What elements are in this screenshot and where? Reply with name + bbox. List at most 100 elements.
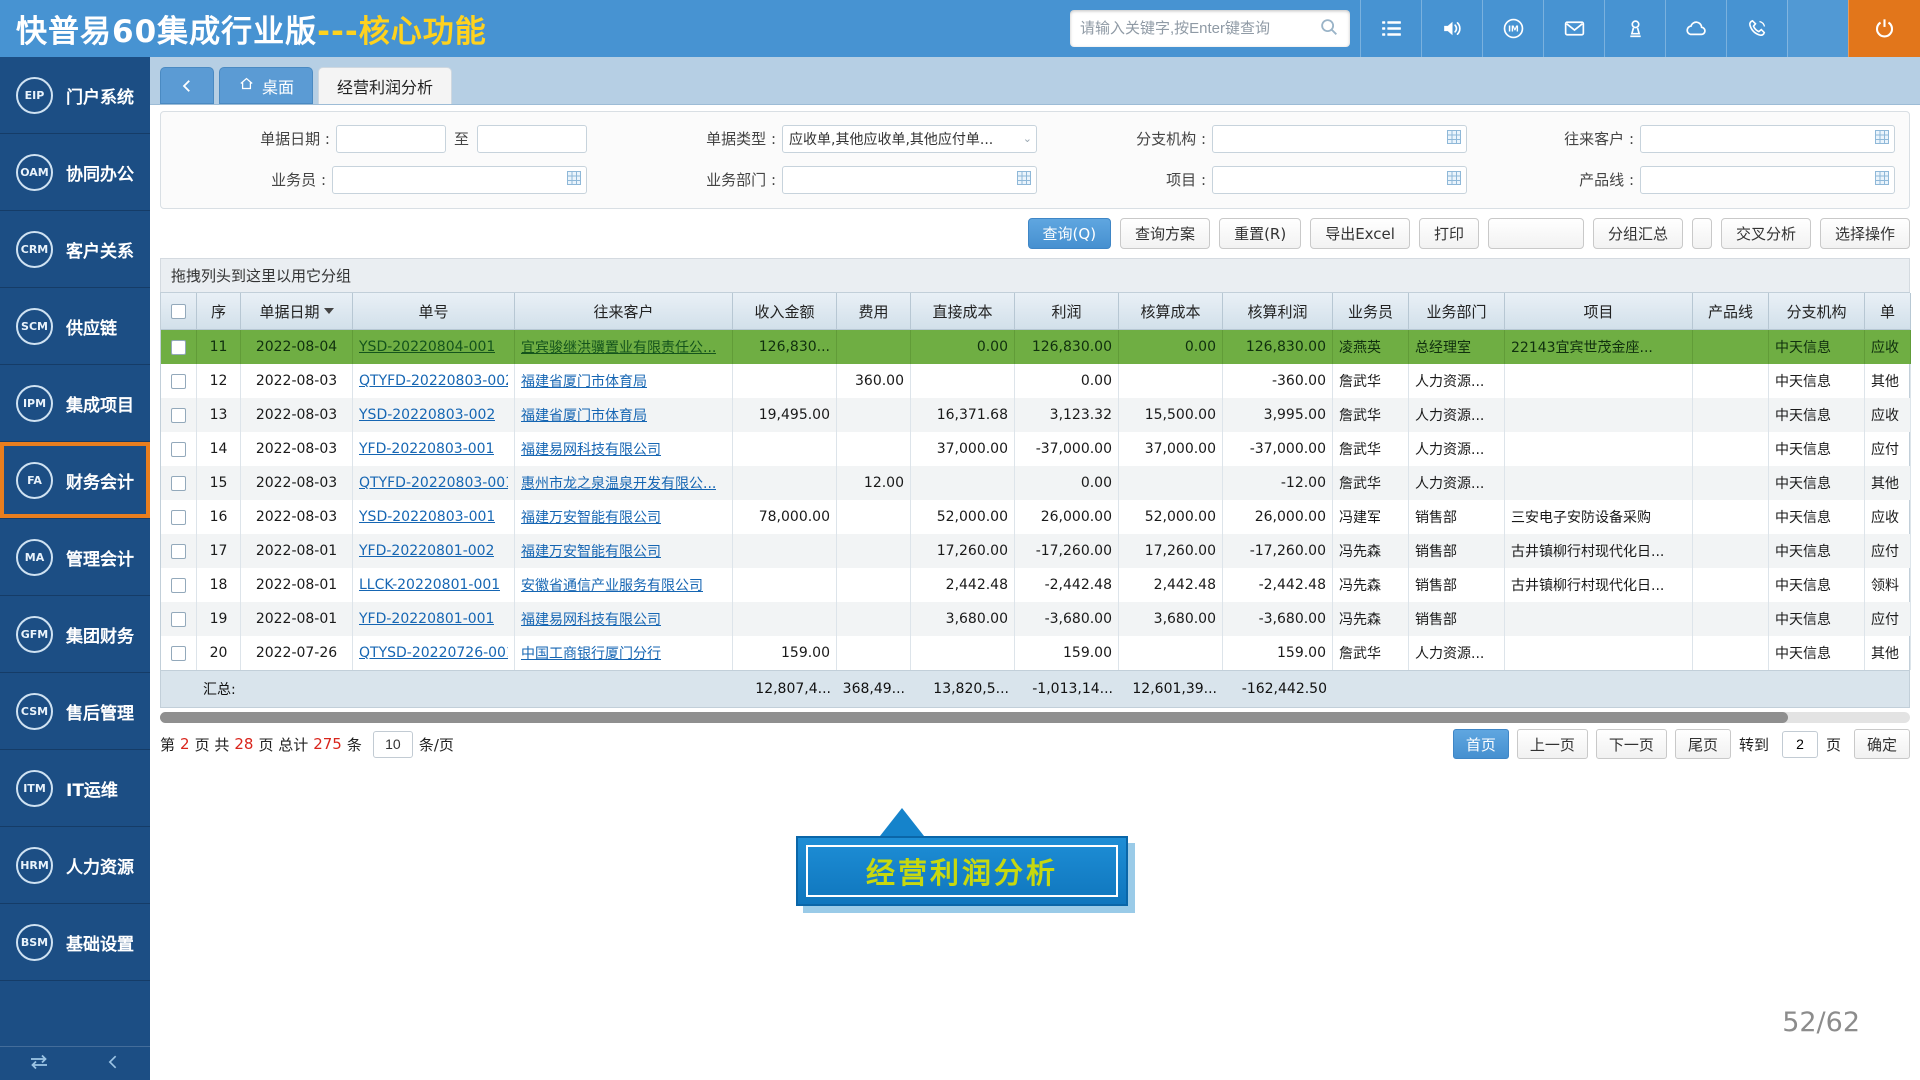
row-checkbox-cell[interactable] (161, 364, 197, 398)
table-row[interactable]: 142022-08-03YFD-20220803-001福建易网科技有限公司37… (161, 432, 1909, 466)
doc-no-link[interactable]: YSD-20220803-002 (359, 407, 495, 423)
page-button-上一页[interactable]: 上一页 (1517, 729, 1588, 759)
page-button-确定[interactable]: 确定 (1854, 729, 1910, 759)
customer-link[interactable]: 福建易网科技有限公司 (521, 609, 661, 629)
grid-lookup-icon[interactable] (566, 170, 582, 190)
row-checkbox[interactable] (171, 476, 186, 491)
lookup-input[interactable] (1212, 166, 1467, 194)
lookup-input[interactable] (332, 166, 587, 194)
row-checkbox[interactable] (171, 544, 186, 559)
table-row[interactable]: 152022-08-03QTYFD-20220803-001惠州市龙之泉温泉开发… (161, 466, 1909, 500)
customer-link[interactable]: 福建省厦门市体育局 (521, 405, 647, 425)
customer-link[interactable]: 福建万安智能有限公司 (521, 507, 661, 527)
horizontal-scrollbar[interactable] (160, 712, 1910, 723)
doc-no-link[interactable]: LLCK-20220801-001 (359, 577, 500, 593)
doc-type-select[interactable]: 应收单,其他应收单,其他应付单...⌄ (782, 125, 1037, 153)
table-row[interactable]: 122022-08-03QTYFD-20220803-002福建省厦门市体育局3… (161, 364, 1909, 398)
sidebar-item-oam[interactable]: OAM协同办公 (0, 134, 150, 211)
lookup-input[interactable] (1640, 125, 1895, 153)
goto-page-input[interactable] (1782, 731, 1818, 758)
table-row[interactable]: 172022-08-01YFD-20220801-002福建万安智能有限公司17… (161, 534, 1909, 568)
button-导出Excel[interactable]: 导出Excel (1310, 218, 1410, 249)
sidebar-item-ma[interactable]: MA管理会计 (0, 519, 150, 596)
page-button-尾页[interactable]: 尾页 (1675, 729, 1731, 759)
button-empty[interactable] (1692, 218, 1712, 249)
table-row[interactable]: 112022-08-04YSD-20220804-001宜宾骏继洪骥置业有限责任… (161, 330, 1909, 364)
row-checkbox-cell[interactable] (161, 534, 197, 568)
sidebar-item-scm[interactable]: SCM供应链 (0, 288, 150, 365)
button-打印[interactable]: 打印 (1419, 218, 1479, 249)
date-from-input[interactable] (336, 125, 446, 153)
button-分组汇总[interactable]: 分组汇总 (1593, 218, 1683, 249)
row-checkbox[interactable] (171, 340, 186, 355)
power-icon[interactable] (1848, 0, 1920, 57)
col-header-序[interactable]: 序 (197, 293, 241, 330)
doc-no-link[interactable]: YFD-20220803-001 (359, 441, 494, 457)
sidebar-item-fa[interactable]: FA财务会计 (0, 442, 150, 519)
scrollbar-thumb[interactable] (160, 712, 1788, 723)
row-checkbox[interactable] (171, 442, 186, 457)
user-icon[interactable] (1604, 0, 1665, 57)
sidebar-item-hrm[interactable]: HRM人力资源 (0, 827, 150, 904)
customer-link[interactable]: 惠州市龙之泉温泉开发有限公... (521, 473, 716, 493)
sidebar-item-itm[interactable]: ITMIT运维 (0, 750, 150, 827)
select-all-checkbox[interactable] (171, 304, 186, 319)
sidebar-item-eip[interactable]: EIP门户系统 (0, 57, 150, 134)
phone-icon[interactable] (1726, 0, 1787, 57)
customer-link[interactable]: 宜宾骏继洪骥置业有限责任公... (521, 337, 716, 357)
row-checkbox[interactable] (171, 374, 186, 389)
doc-no-link[interactable]: YFD-20220801-001 (359, 611, 494, 627)
customer-link[interactable]: 福建易网科技有限公司 (521, 439, 661, 459)
select-all-checkbox-cell[interactable] (161, 293, 197, 330)
doc-no-link[interactable]: QTYFD-20220803-001 (359, 475, 508, 491)
search-input[interactable] (1080, 20, 1318, 37)
sidebar-item-gfm[interactable]: GFM集团财务 (0, 596, 150, 673)
table-row[interactable]: 192022-08-01YFD-20220801-001福建易网科技有限公司3,… (161, 602, 1909, 636)
mail-icon[interactable] (1543, 0, 1604, 57)
button-重置(R)[interactable]: 重置(R) (1219, 218, 1301, 249)
customer-link[interactable]: 安徽省通信产业服务有限公司 (521, 575, 703, 595)
swap-columns-icon[interactable] (27, 1050, 51, 1078)
sort-desc-icon[interactable] (324, 308, 334, 314)
customer-link[interactable]: 福建省厦门市体育局 (521, 371, 647, 391)
row-checkbox-cell[interactable] (161, 432, 197, 466)
table-row[interactable]: 132022-08-03YSD-20220803-002福建省厦门市体育局19,… (161, 398, 1909, 432)
date-to-input[interactable] (477, 125, 587, 153)
im-icon[interactable]: IM (1482, 0, 1543, 57)
button-交叉分析[interactable]: 交叉分析 (1721, 218, 1811, 249)
page-button-下一页[interactable]: 下一页 (1596, 729, 1667, 759)
grid-lookup-icon[interactable] (1874, 170, 1890, 190)
collapse-sidebar-icon[interactable] (104, 1052, 124, 1076)
row-checkbox-cell[interactable] (161, 500, 197, 534)
row-checkbox-cell[interactable] (161, 568, 197, 602)
doc-no-link[interactable]: YFD-20220801-002 (359, 543, 494, 559)
row-checkbox[interactable] (171, 578, 186, 593)
button-选择操作[interactable]: 选择操作 (1820, 218, 1910, 249)
row-checkbox[interactable] (171, 510, 186, 525)
col-header-单据日期[interactable]: 单据日期 (241, 293, 353, 330)
sidebar-item-bsm[interactable]: BSM基础设置 (0, 904, 150, 981)
doc-no-link[interactable]: QTYSD-20220726-001 (359, 645, 508, 661)
tab-desktop[interactable]: 桌面 (219, 67, 313, 104)
row-checkbox-cell[interactable] (161, 330, 197, 364)
page-size-input[interactable] (373, 731, 413, 758)
doc-no-link[interactable]: YSD-20220804-001 (359, 339, 495, 355)
table-row[interactable]: 162022-08-03YSD-20220803-001福建万安智能有限公司78… (161, 500, 1909, 534)
table-row[interactable]: 182022-08-01LLCK-20220801-001安徽省通信产业服务有限… (161, 568, 1909, 602)
group-by-bar[interactable]: 拖拽列头到这里以用它分组 (160, 258, 1910, 292)
button-查询(Q)[interactable]: 查询(Q) (1028, 218, 1112, 249)
sidebar-item-csm[interactable]: CSM售后管理 (0, 673, 150, 750)
lookup-input[interactable] (1640, 166, 1895, 194)
button-查询方案[interactable]: 查询方案 (1120, 218, 1210, 249)
doc-no-link[interactable]: YSD-20220803-001 (359, 509, 495, 525)
button-empty[interactable] (1488, 218, 1584, 249)
sidebar-item-ipm[interactable]: IPM集成项目 (0, 365, 150, 442)
lookup-input[interactable] (782, 166, 1037, 194)
speaker-icon[interactable] (1421, 0, 1482, 57)
grid-lookup-icon[interactable] (1446, 170, 1462, 190)
lookup-input[interactable] (1212, 125, 1467, 153)
tab-profit-analysis[interactable]: 经营利润分析 (318, 67, 452, 104)
back-button[interactable] (160, 67, 214, 104)
table-row[interactable]: 202022-07-26QTYSD-20220726-001中国工商银行厦门分行… (161, 636, 1909, 670)
customer-link[interactable]: 中国工商银行厦门分行 (521, 643, 661, 663)
